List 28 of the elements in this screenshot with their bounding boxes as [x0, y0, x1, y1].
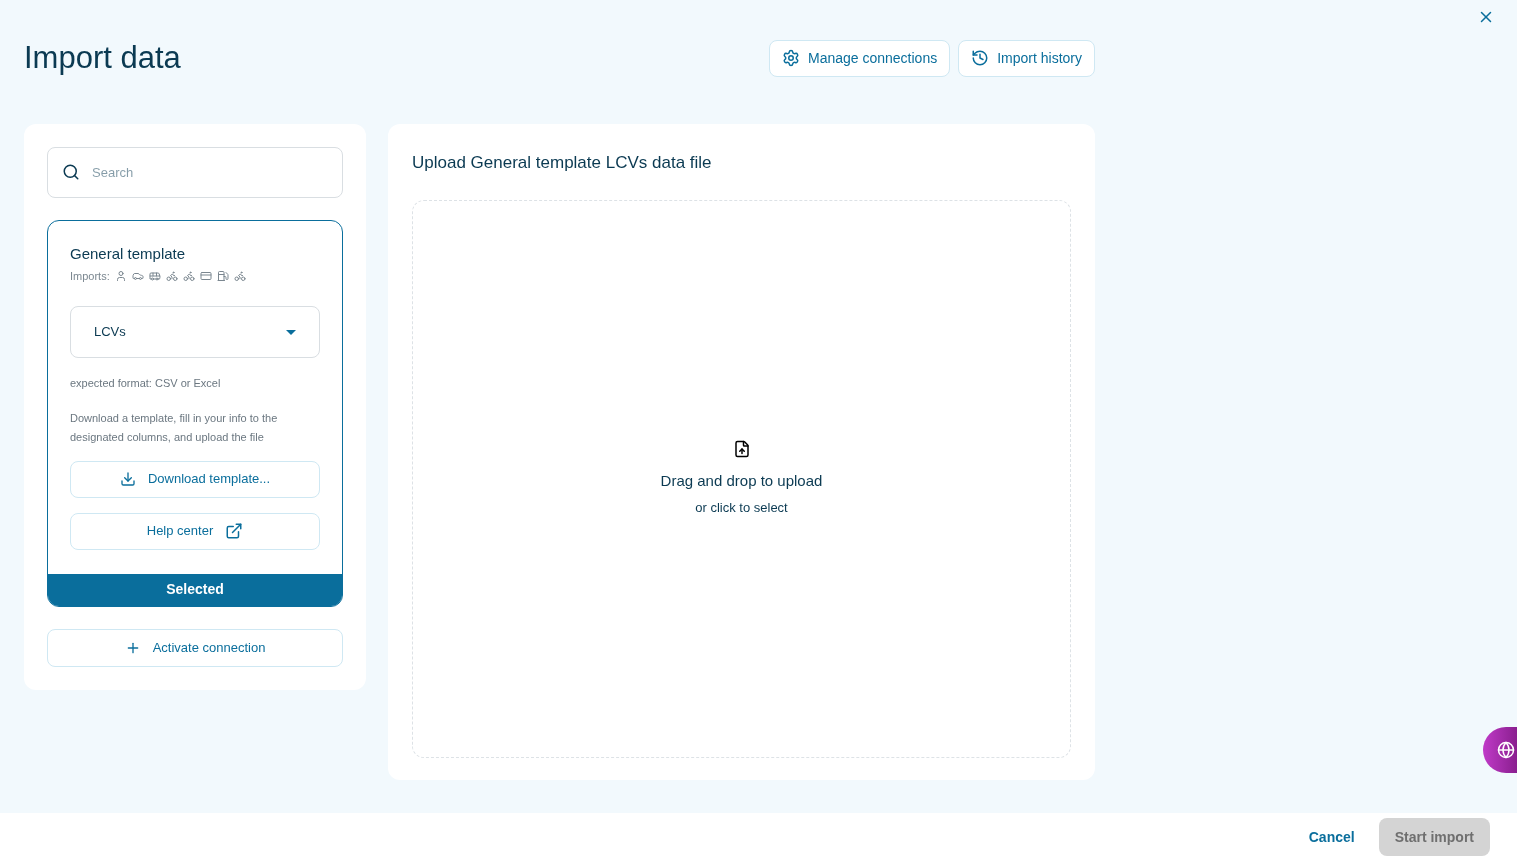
globe-icon: [1497, 741, 1515, 759]
format-text: expected format: CSV or Excel: [70, 376, 222, 391]
download-button[interactable]: Download template...: [70, 460, 320, 498]
header-button[interactable]: Import history: [958, 39, 1095, 77]
settings-icon: [782, 49, 800, 67]
drop-text: Drag and drop to upload: [660, 470, 823, 491]
file-upload-icon: [732, 439, 751, 458]
help-center-link[interactable]: Help center: [70, 512, 320, 550]
cancel-button[interactable]: Cancel: [1308, 826, 1355, 848]
drop-zone[interactable]: Drag and drop to upload or click to select: [412, 199, 1071, 758]
template-card[interactable]: General template Imports: LCVs expected format: CSV or Excel Download a template, fill in your info to the designated columns, and upload the file Download template... Help center Selected: [47, 220, 343, 607]
header-button[interactable]: Manage connections: [769, 39, 951, 77]
page-title: Import data: [24, 38, 181, 77]
template-title: General template: [70, 244, 187, 264]
external-link-icon: [225, 522, 244, 540]
search-icon: [62, 163, 80, 181]
search-field[interactable]: Search: [47, 147, 343, 198]
select-text: or click to select: [695, 499, 788, 518]
type-dropdown[interactable]: LCVs: [70, 306, 320, 358]
upload-title: Upload General template LCVs data file: [412, 152, 713, 174]
activate-connection-button[interactable]: Activate connection: [47, 628, 343, 667]
assistant-button[interactable]: [1483, 727, 1517, 773]
caret-icon: [286, 329, 296, 335]
selected-bar: Selected: [48, 573, 342, 606]
description-text: Download a template, fill in your info to the designated columns, and upload the file: [70, 410, 279, 445]
download-icon: [119, 471, 136, 487]
history-icon: [971, 49, 990, 67]
imports-label: Imports:: [70, 268, 110, 284]
